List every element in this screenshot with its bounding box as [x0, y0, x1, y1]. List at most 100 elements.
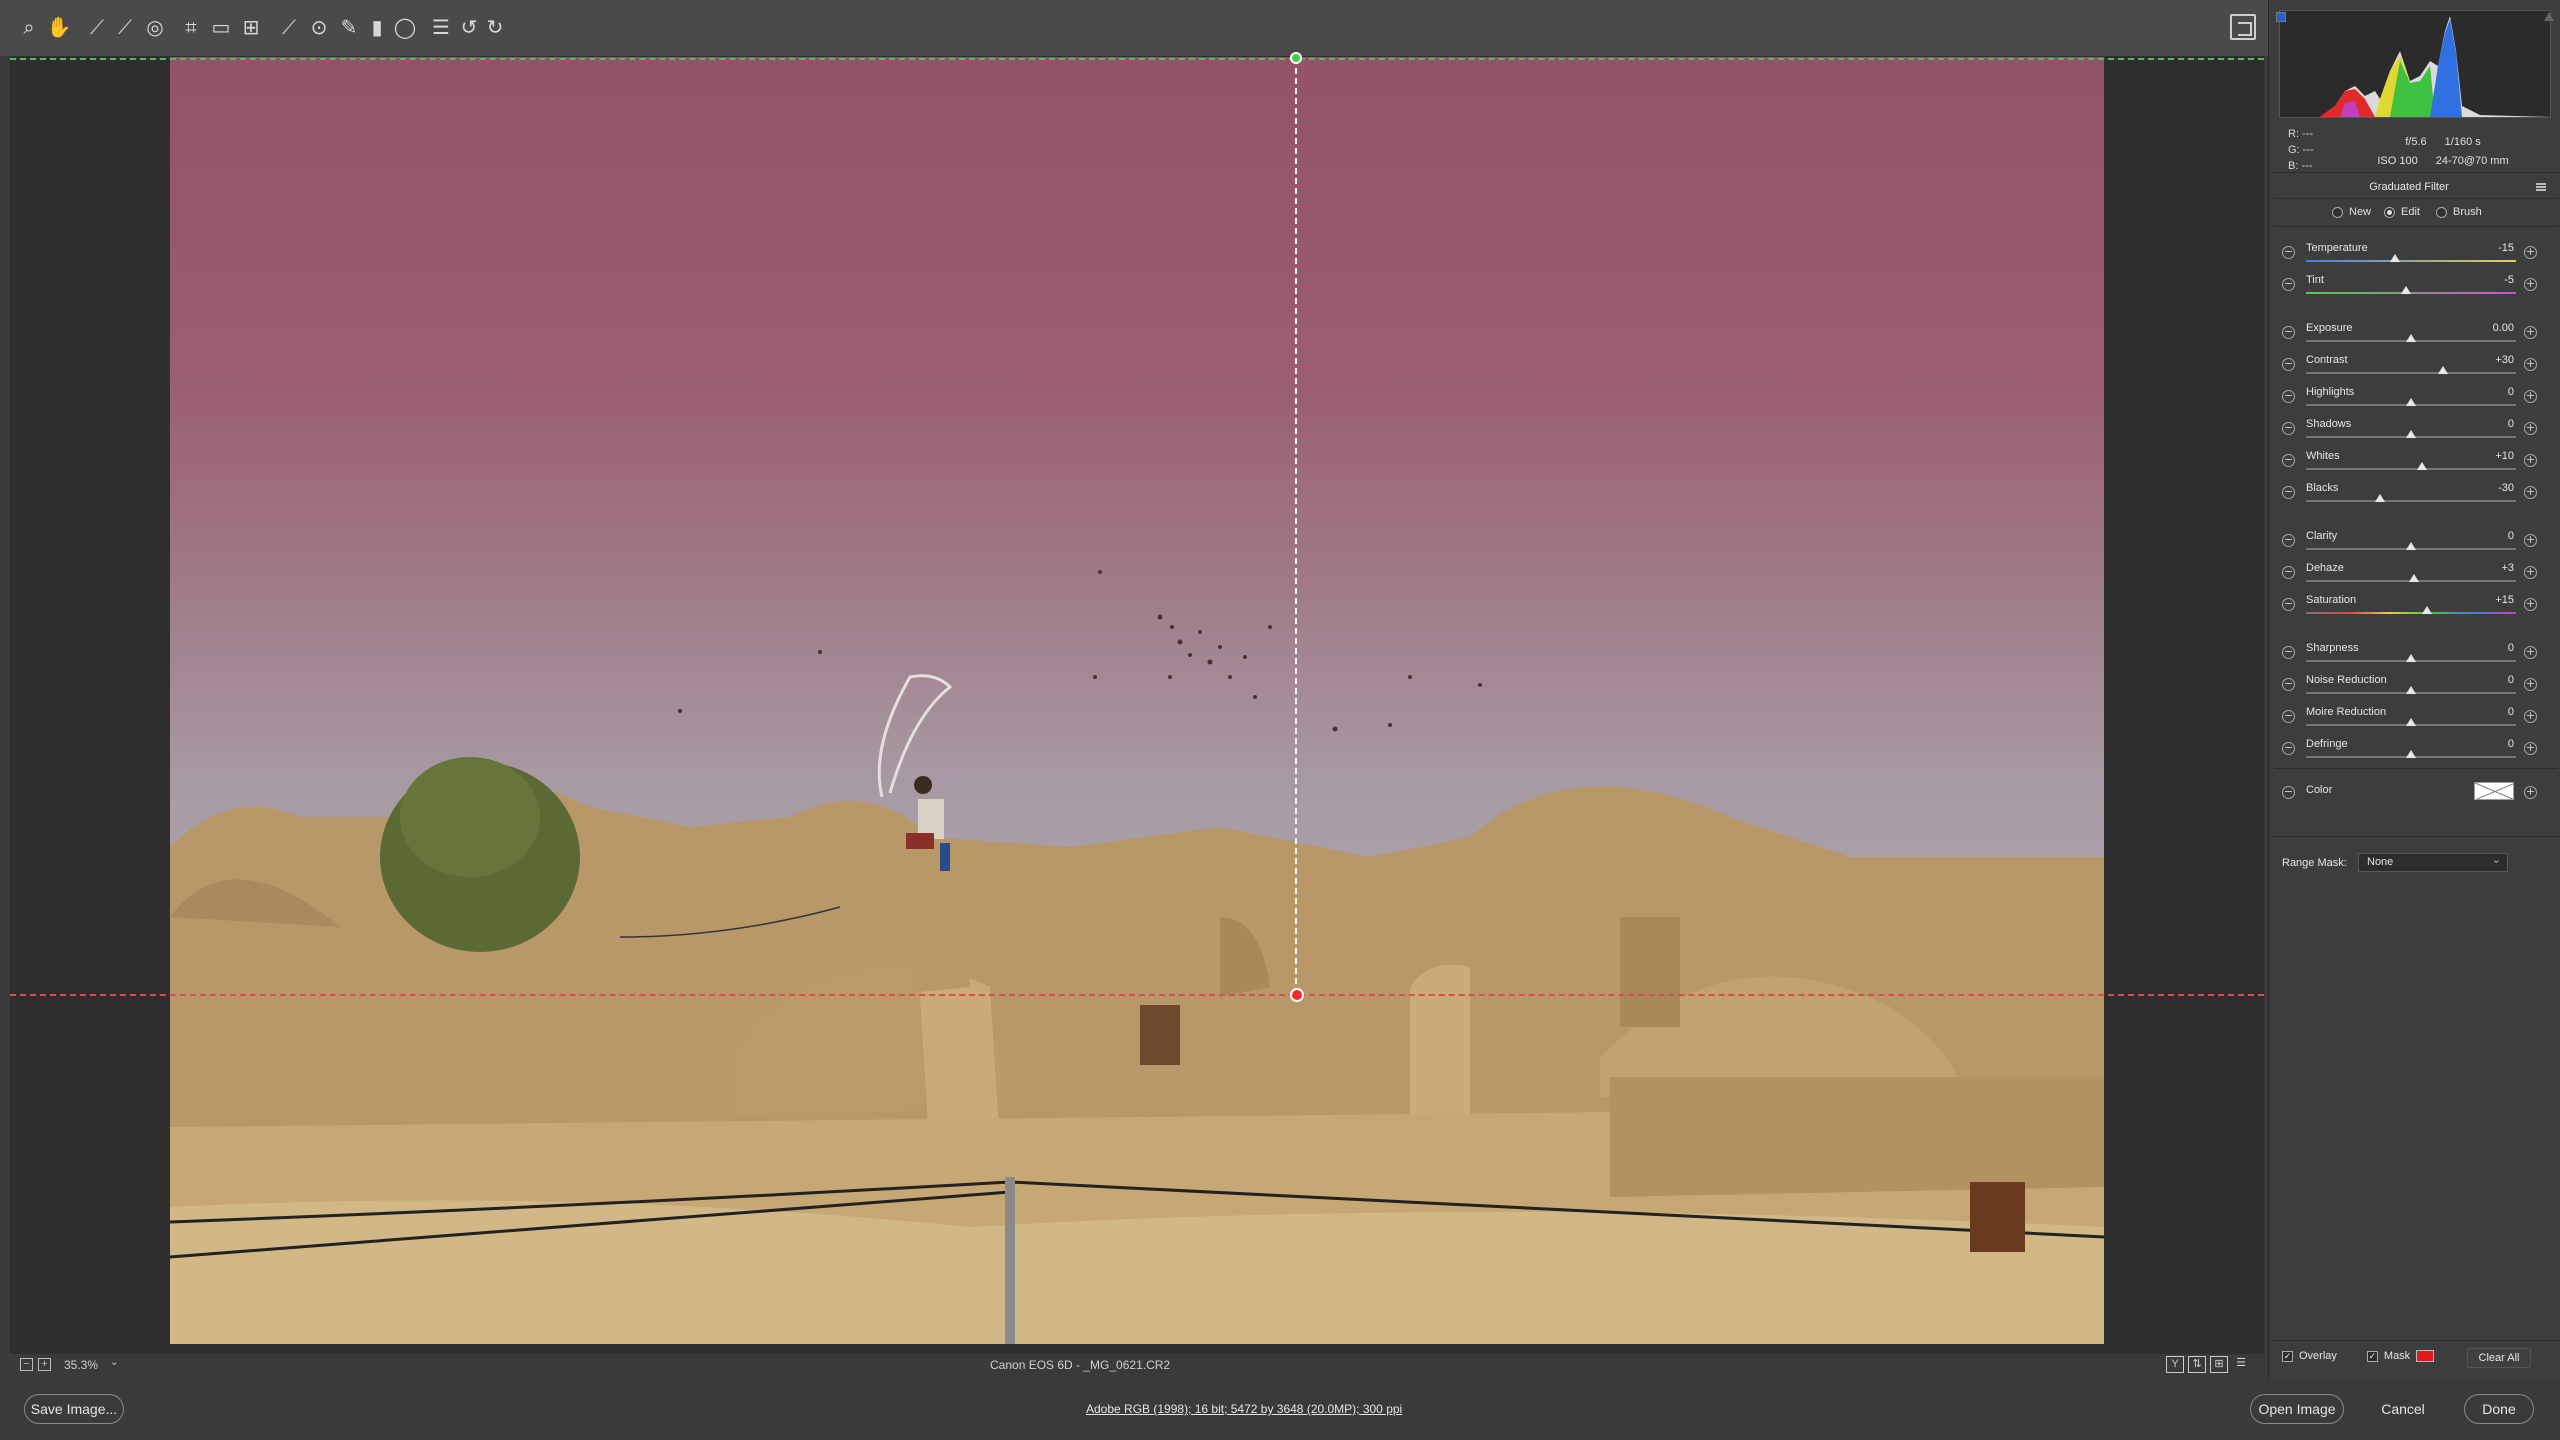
mode-new-radio[interactable]: [2332, 206, 2343, 218]
shadows-value[interactable]: 0: [2458, 418, 2514, 430]
clarity-thumb[interactable]: [2406, 542, 2416, 550]
dehaze-value[interactable]: +3: [2458, 562, 2514, 574]
zoom-out-button[interactable]: −: [20, 1358, 33, 1371]
blacks-value[interactable]: -30: [2458, 482, 2514, 494]
rotate-right-icon[interactable]: ↻: [482, 14, 508, 40]
moire-reduction-plus-icon[interactable]: +: [2524, 710, 2537, 723]
exposure-plus-icon[interactable]: +: [2524, 326, 2537, 339]
radial-filter-icon[interactable]: ◯: [392, 14, 418, 40]
saturation-minus-icon[interactable]: −: [2282, 598, 2295, 611]
slider-saturation[interactable]: − Saturation +15 +: [2268, 594, 2560, 624]
overlay-checkbox[interactable]: ✓: [2282, 1350, 2293, 1362]
graduated-filter-icon[interactable]: ▮: [364, 14, 390, 40]
zoom-dropdown-icon[interactable]: ⌄: [110, 1357, 118, 1368]
shadows-minus-icon[interactable]: −: [2282, 422, 2295, 435]
temperature-thumb[interactable]: [2390, 254, 2401, 262]
defringe-minus-icon[interactable]: −: [2282, 742, 2295, 755]
settings-menu-icon[interactable]: ☰: [2232, 1356, 2250, 1373]
color-sampler-tool-icon[interactable]: ⟋: [112, 14, 138, 40]
straighten-tool-icon[interactable]: ▭: [208, 14, 234, 40]
slider-highlights[interactable]: − Highlights 0 +: [2268, 386, 2560, 416]
tint-plus-icon[interactable]: +: [2524, 278, 2537, 291]
slider-shadows[interactable]: − Shadows 0 +: [2268, 418, 2560, 448]
contrast-track[interactable]: [2306, 372, 2516, 374]
slider-defringe[interactable]: − Defringe 0 +: [2268, 738, 2560, 768]
slider-clarity[interactable]: − Clarity 0 +: [2268, 530, 2560, 560]
mode-brush[interactable]: Brush: [2436, 206, 2482, 218]
transform-tool-icon[interactable]: ⊞: [238, 14, 264, 40]
shadow-clipping-warning-icon[interactable]: [2276, 12, 2286, 22]
open-image-button[interactable]: Open Image: [2250, 1394, 2344, 1424]
mask-color-swatch[interactable]: [2416, 1350, 2435, 1362]
range-mask-select[interactable]: None: [2358, 851, 2508, 872]
exposure-minus-icon[interactable]: −: [2282, 326, 2295, 339]
color-swatch[interactable]: [2474, 782, 2514, 800]
gradient-end-guide[interactable]: [10, 994, 2264, 996]
sharpness-value[interactable]: 0: [2458, 642, 2514, 654]
photo-preview[interactable]: [170, 57, 2104, 1344]
cancel-button[interactable]: Cancel: [2364, 1394, 2442, 1424]
image-canvas[interactable]: [10, 52, 2264, 1354]
clarity-value[interactable]: 0: [2458, 530, 2514, 542]
whites-thumb[interactable]: [2416, 462, 2427, 470]
temperature-value[interactable]: -15: [2458, 242, 2514, 254]
clear-all-button[interactable]: Clear All: [2467, 1348, 2531, 1368]
mode-edit[interactable]: Edit: [2384, 206, 2420, 218]
sharpness-minus-icon[interactable]: −: [2282, 646, 2295, 659]
adjustment-brush-icon[interactable]: ✎: [336, 14, 362, 40]
highlights-thumb[interactable]: [2406, 398, 2416, 406]
slider-blacks[interactable]: − Blacks -30 +: [2268, 482, 2560, 512]
defringe-thumb[interactable]: [2406, 750, 2416, 758]
temperature-plus-icon[interactable]: +: [2524, 246, 2537, 259]
shadows-plus-icon[interactable]: +: [2524, 422, 2537, 435]
temperature-track[interactable]: [2306, 260, 2516, 262]
moire-reduction-thumb[interactable]: [2406, 718, 2416, 726]
blacks-track[interactable]: [2306, 500, 2516, 502]
presets-list-icon[interactable]: ☰: [428, 14, 454, 40]
before-after-toggle-icon[interactable]: Y: [2166, 1356, 2184, 1373]
whites-plus-icon[interactable]: +: [2524, 454, 2537, 467]
tint-minus-icon[interactable]: −: [2282, 278, 2295, 291]
color-plus-icon[interactable]: +: [2524, 786, 2537, 799]
blacks-plus-icon[interactable]: +: [2524, 486, 2537, 499]
slider-temperature[interactable]: − Temperature -15 +: [2268, 242, 2560, 272]
copy-settings-icon[interactable]: ⊞: [2210, 1356, 2228, 1373]
blacks-thumb[interactable]: [2374, 494, 2385, 502]
save-image-button[interactable]: Save Image...: [24, 1394, 124, 1424]
gradient-start-pin[interactable]: [1290, 52, 1302, 64]
contrast-plus-icon[interactable]: +: [2524, 358, 2537, 371]
targeted-adjustment-tool-icon[interactable]: ◎: [142, 14, 168, 40]
gradient-end-pin[interactable]: [1290, 988, 1304, 1002]
blacks-minus-icon[interactable]: −: [2282, 486, 2295, 499]
mode-edit-radio[interactable]: [2384, 206, 2395, 218]
spot-removal-tool-icon[interactable]: ⟋: [276, 14, 302, 40]
moire-reduction-minus-icon[interactable]: −: [2282, 710, 2295, 723]
white-balance-tool-icon[interactable]: ⟋: [84, 14, 110, 40]
saturation-value[interactable]: +15: [2458, 594, 2514, 606]
contrast-thumb[interactable]: [2437, 366, 2448, 374]
dehaze-plus-icon[interactable]: +: [2524, 566, 2537, 579]
saturation-track[interactable]: [2306, 612, 2516, 614]
gradient-center-line[interactable]: [1295, 58, 1297, 994]
slider-contrast[interactable]: − Contrast +30 +: [2268, 354, 2560, 384]
whites-track[interactable]: [2306, 468, 2516, 470]
red-eye-removal-tool-icon[interactable]: ⊙: [306, 14, 332, 40]
color-minus-icon[interactable]: −: [2282, 786, 2295, 799]
highlights-value[interactable]: 0: [2458, 386, 2514, 398]
done-button[interactable]: Done: [2464, 1394, 2534, 1424]
dehaze-thumb[interactable]: [2409, 574, 2420, 582]
rotate-left-icon[interactable]: ↺: [456, 14, 482, 40]
gradient-start-guide[interactable]: [10, 58, 2264, 60]
slider-exposure[interactable]: − Exposure 0.00 +: [2268, 322, 2560, 352]
defringe-plus-icon[interactable]: +: [2524, 742, 2537, 755]
contrast-value[interactable]: +30: [2458, 354, 2514, 366]
zoom-tool-icon[interactable]: ⌕: [16, 14, 42, 40]
workflow-options-link[interactable]: Adobe RGB (1998); 16 bit; 5472 by 3648 (…: [1086, 1402, 1402, 1416]
highlights-plus-icon[interactable]: +: [2524, 390, 2537, 403]
moire-reduction-value[interactable]: 0: [2458, 706, 2514, 718]
noise-reduction-value[interactable]: 0: [2458, 674, 2514, 686]
saturation-thumb[interactable]: [2421, 606, 2432, 614]
clarity-plus-icon[interactable]: +: [2524, 534, 2537, 547]
noise-reduction-thumb[interactable]: [2406, 686, 2416, 694]
open-preferences-icon[interactable]: [2230, 14, 2256, 40]
